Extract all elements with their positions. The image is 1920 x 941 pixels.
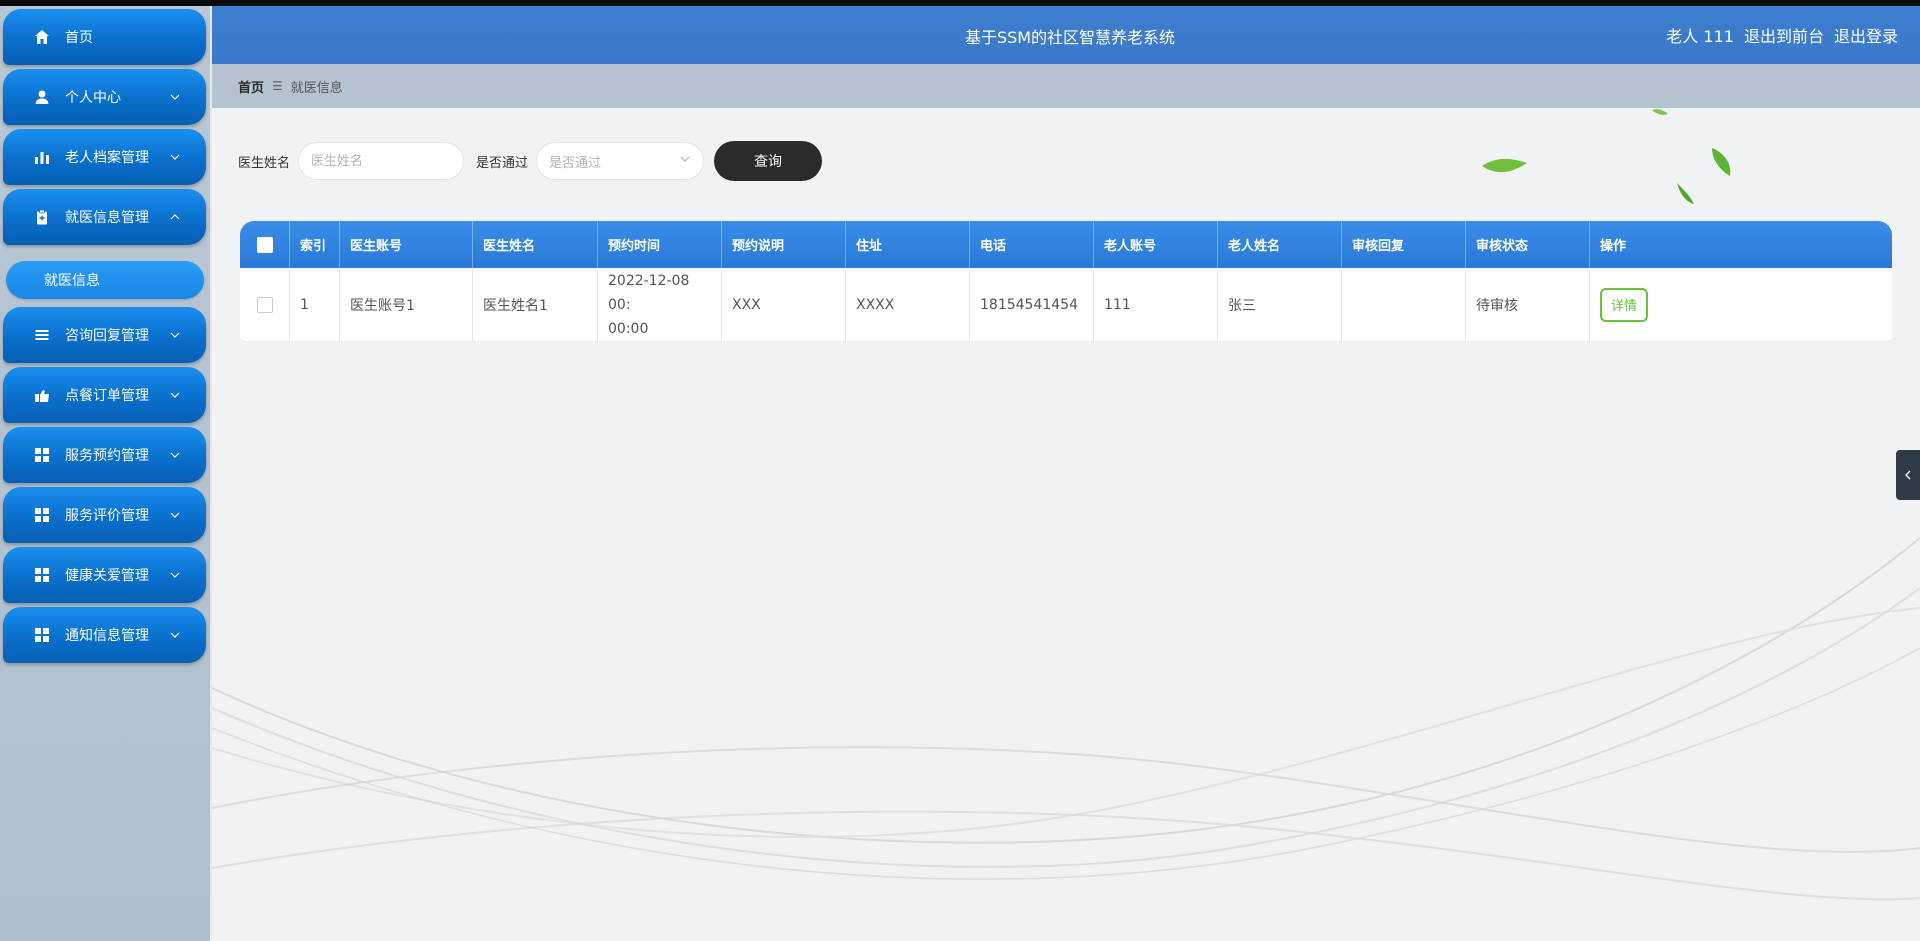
list-icon <box>33 326 51 344</box>
grid-icon <box>33 446 51 464</box>
cell-appointment-note: XXX <box>722 268 846 341</box>
sidebar-item-medical-info[interactable]: 就医信息管理 <box>3 189 206 245</box>
user-label: 老人 111 <box>1666 27 1734 46</box>
chevron-down-icon <box>168 90 182 104</box>
table-header: 索引 医生账号 医生姓名 预约时间 预约说明 住址 电话 老人账号 老人姓名 审… <box>240 221 1892 268</box>
column-header: 住址 <box>846 221 970 268</box>
chevron-down-icon <box>168 508 182 522</box>
cell-doctor-account: 医生账号1 <box>340 268 473 341</box>
sidebar-item-service-booking[interactable]: 服务预约管理 <box>3 427 206 483</box>
chevron-down-icon <box>168 568 182 582</box>
sidebar-item-label: 咨询回复管理 <box>65 328 149 344</box>
column-header: 老人姓名 <box>1218 221 1342 268</box>
leaf-decoration <box>1482 158 1527 173</box>
top-header: 基于SSM的社区智慧养老系统 老人 111 退出到前台 退出登录 <box>212 6 1920 64</box>
column-header: 审核回复 <box>1342 221 1466 268</box>
breadcrumb: 首页 ☰ 就医信息 <box>212 64 1920 108</box>
breadcrumb-current: 就医信息 <box>290 80 343 96</box>
sidebar-item-health-care[interactable]: 健康关爱管理 <box>3 547 206 603</box>
approved-select[interactable]: 是否通过 <box>536 142 705 180</box>
cell-index: 1 <box>290 268 340 341</box>
sidebar-item-label: 服务预约管理 <box>65 448 149 464</box>
sidebar-item-label: 通知信息管理 <box>65 628 149 644</box>
chevron-left-icon <box>1903 466 1913 485</box>
exit-to-front-link[interactable]: 退出到前台 <box>1744 23 1824 47</box>
chevron-down-icon <box>168 388 182 402</box>
query-button[interactable]: 查询 <box>714 141 823 181</box>
grid-icon <box>33 566 51 584</box>
side-panel-toggle[interactable] <box>1896 450 1920 500</box>
row-select-cell <box>240 268 290 341</box>
app-title: 基于SSM的社区智慧养老系统 <box>964 28 1176 47</box>
medical-info-table: 索引 医生账号 医生姓名 预约时间 预约说明 住址 电话 老人账号 老人姓名 审… <box>240 221 1892 342</box>
column-header: 电话 <box>970 221 1094 268</box>
sidebar-item-label: 点餐订单管理 <box>65 388 149 404</box>
cell-doctor-name: 医生姓名1 <box>473 268 598 341</box>
grid-icon <box>33 506 51 524</box>
cell-address: XXXX <box>846 268 970 341</box>
sidebar-item-service-review[interactable]: 服务评价管理 <box>3 487 206 543</box>
cell-appointment-time: 2022-12-08 00: 00:00 <box>598 268 722 341</box>
sidebar-item-notifications[interactable]: 通知信息管理 <box>3 607 206 663</box>
home-icon <box>33 28 51 46</box>
column-header: 预约说明 <box>722 221 846 268</box>
sidebar-item-label: 服务评价管理 <box>65 508 149 524</box>
cell-phone: 18154541454 <box>970 268 1094 341</box>
column-header: 医生账号 <box>340 221 473 268</box>
sidebar-item-label: 老人档案管理 <box>65 150 149 166</box>
sidebar: 首页 个人中心 老人档案管理 就医信息管理 就医信息 咨询回复管理 点餐订单管理… <box>0 6 210 941</box>
sidebar-item-elder-archive[interactable]: 老人档案管理 <box>3 129 206 185</box>
chevron-down-icon <box>168 328 182 342</box>
select-all-checkbox[interactable] <box>256 236 273 253</box>
chevron-down-icon <box>679 153 691 169</box>
sidebar-item-consult-reply[interactable]: 咨询回复管理 <box>3 307 206 363</box>
column-header: 医生姓名 <box>473 221 598 268</box>
logout-link[interactable]: 退出登录 <box>1834 23 1898 47</box>
row-checkbox[interactable] <box>256 296 273 313</box>
sidebar-item-label: 个人中心 <box>65 90 121 106</box>
column-header: 操作 <box>1600 239 1627 254</box>
main-content: 医生姓名 是否通过 是否通过 查询 索引 医生账号 医生姓名 预约时间 预约说明… <box>212 108 1920 941</box>
cell-elder-name: 张三 <box>1218 268 1342 341</box>
user-icon <box>33 88 51 106</box>
cell-review-reply <box>1342 268 1466 341</box>
column-header: 预约时间 <box>598 221 722 268</box>
user-area: 老人 111 退出到前台 退出登录 <box>1666 23 1898 47</box>
cart-icon <box>33 386 51 404</box>
detail-button[interactable]: 详情 <box>1600 287 1649 322</box>
sidebar-item-meal-orders[interactable]: 点餐订单管理 <box>3 367 206 423</box>
sidebar-subitem-medical-info[interactable]: 就医信息 <box>6 261 204 299</box>
chevron-down-icon <box>168 150 182 164</box>
cell-action: 详情 <box>1590 268 1892 341</box>
bar-chart-icon <box>33 148 51 166</box>
breadcrumb-separator-icon: ☰ <box>272 79 283 93</box>
sidebar-item-personal-center[interactable]: 个人中心 <box>3 69 206 125</box>
column-header: 老人账号 <box>1094 221 1218 268</box>
sidebar-item-label: 就医信息管理 <box>65 210 149 226</box>
sidebar-item-label: 健康关爱管理 <box>65 568 149 584</box>
approved-select-placeholder: 是否通过 <box>549 155 602 171</box>
chevron-up-icon <box>168 210 182 224</box>
clipboard-icon <box>33 208 51 226</box>
search-bar: 医生姓名 是否通过 是否通过 查询 <box>238 141 823 181</box>
doctor-name-label: 医生姓名 <box>238 155 291 171</box>
appointment-time-line1: 2022-12-08 00: <box>608 272 690 313</box>
chevron-down-icon <box>168 628 182 642</box>
approved-label: 是否通过 <box>476 155 529 171</box>
appointment-time-line2: 00:00 <box>608 320 649 337</box>
sidebar-item-home[interactable]: 首页 <box>3 9 206 65</box>
column-header: 审核状态 <box>1466 221 1590 268</box>
cell-review-status: 待审核 <box>1466 268 1590 341</box>
chevron-down-icon <box>168 448 182 462</box>
grid-icon <box>33 626 51 644</box>
sidebar-item-label: 首页 <box>65 30 93 46</box>
table-row: 1 医生账号1 医生姓名1 2022-12-08 00: 00:00 XXX X… <box>240 268 1892 342</box>
doctor-name-input[interactable] <box>298 142 465 180</box>
column-header: 索引 <box>290 221 340 268</box>
breadcrumb-home[interactable]: 首页 <box>238 77 264 96</box>
cell-elder-account: 111 <box>1094 268 1218 341</box>
select-all-cell <box>240 221 290 268</box>
